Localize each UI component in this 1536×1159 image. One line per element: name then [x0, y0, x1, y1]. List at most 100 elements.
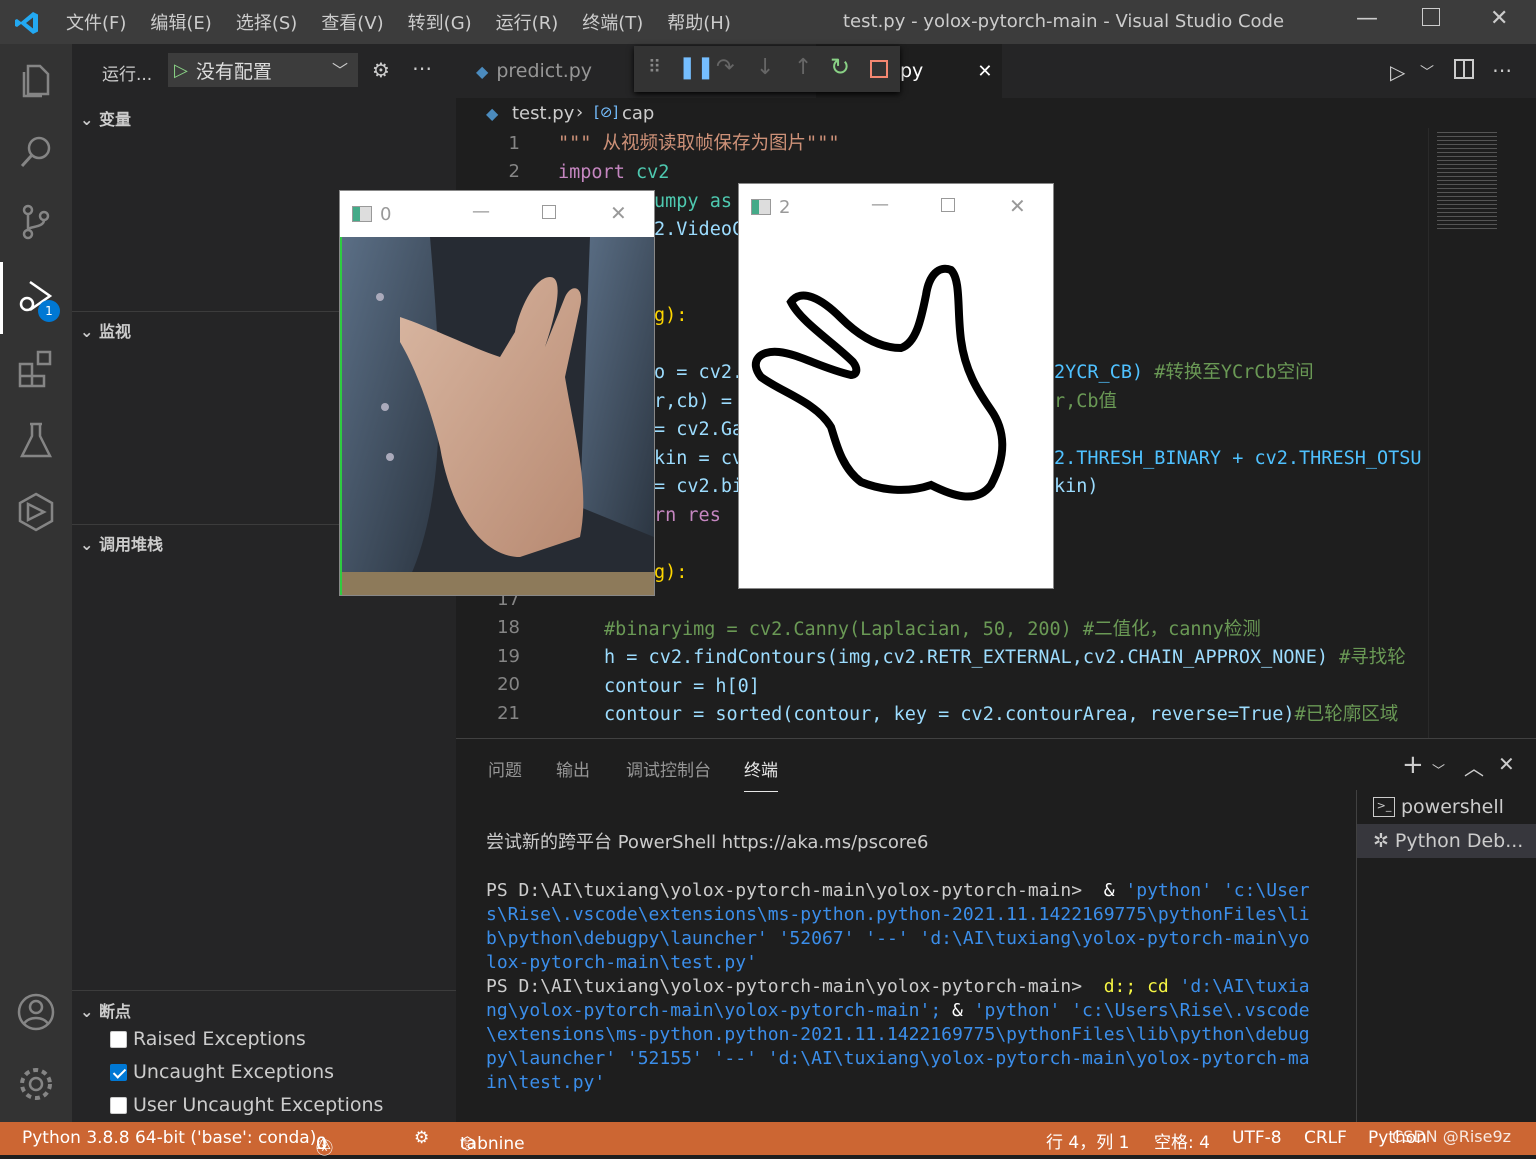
close-tab-icon[interactable]: ✕	[977, 61, 992, 82]
debug-status-icon[interactable]: ⚙	[414, 1128, 429, 1148]
indentation[interactable]: 空格: 4	[1154, 1128, 1210, 1153]
breadcrumb-file[interactable]: test.py	[512, 103, 574, 124]
checkbox-checked[interactable]	[110, 1063, 127, 1081]
python-interpreter[interactable]: Python 3.8.8 64-bit ('base': conda)	[22, 1128, 316, 1148]
explorer-icon[interactable]	[14, 58, 58, 102]
section-callstack[interactable]: ⌄ 调用堆栈	[80, 531, 163, 555]
more-actions-icon[interactable]: ⋯	[1492, 58, 1512, 82]
line-number: 20	[497, 674, 520, 695]
maximize-icon[interactable]	[941, 198, 955, 212]
section-breakpoints[interactable]: ⌄ 断点	[80, 998, 131, 1022]
menu-go[interactable]: 转到(G)	[396, 9, 484, 35]
terminal-name: powershell	[1401, 796, 1504, 818]
watermark: CSDN @Rise9z	[1392, 1127, 1512, 1146]
menu-terminal[interactable]: 终端(T)	[570, 9, 655, 35]
code-line: h = cv2.findContours(img,cv2.RETR_EXTERN…	[604, 644, 1426, 673]
title-bar: 文件(F) 编辑(E) 选择(S) 查看(V) 转到(G) 运行(R) 终端(T…	[0, 0, 1536, 44]
cv-window-2[interactable]: 2 — ✕	[738, 183, 1054, 589]
terminal-line: PS D:\AI\tuxiang\yolox-pytorch-main\yolo…	[486, 975, 1310, 999]
step-out-icon[interactable]: ↑	[794, 55, 812, 80]
close-panel-icon[interactable]: ✕	[1498, 752, 1515, 776]
code-token: h = cv2.findContours(img,cv2.RETR_EXTERN…	[604, 647, 1328, 668]
tab-output[interactable]: 输出	[556, 756, 590, 781]
line-number: 1	[508, 133, 520, 154]
search-icon[interactable]	[14, 130, 58, 174]
maximize-panel-icon[interactable]: ︿	[1464, 752, 1484, 781]
remote-explorer-icon[interactable]	[14, 490, 58, 534]
split-editor-icon[interactable]	[1454, 59, 1474, 79]
close-icon[interactable]: ✕	[1009, 194, 1026, 218]
more-actions-icon[interactable]: ⋯	[412, 56, 432, 80]
minimize-icon[interactable]: —	[871, 194, 889, 215]
checkbox[interactable]	[110, 1096, 127, 1114]
chevron-down-icon[interactable]: ﹀	[1432, 760, 1445, 779]
terminal-name: Python Deb...	[1394, 830, 1524, 852]
menu-edit[interactable]: 编辑(E)	[138, 9, 223, 35]
cv-window-titlebar[interactable]: 0 — ✕	[340, 191, 654, 237]
restart-icon[interactable]: ↻	[830, 53, 850, 81]
status-bar: Python 3.8.8 64-bit ('base': conda) ⓧ 0 …	[0, 1122, 1536, 1159]
terminal-item-powershell[interactable]: >_ powershell	[1373, 796, 1504, 818]
breadcrumb-symbol[interactable]: cap	[622, 103, 654, 124]
chevron-down-icon: ⌄	[80, 110, 99, 129]
code-line: #binaryimg = cv2.Canny(Laplacian, 50, 20…	[604, 619, 1261, 640]
maximize-icon[interactable]	[1422, 8, 1440, 26]
run-file-icon[interactable]: ▷	[1390, 60, 1405, 84]
pause-icon[interactable]: ❚❚	[678, 55, 715, 80]
extensions-icon[interactable]	[14, 346, 58, 390]
breadcrumb: ◆ test.py › [⊘] cap	[456, 98, 1536, 132]
tab-problems[interactable]: 问题	[488, 756, 522, 781]
checkbox[interactable]	[110, 1030, 127, 1048]
code-line: = cv2.Ga	[654, 419, 744, 440]
cv-window-titlebar[interactable]: 2 — ✕	[739, 184, 1053, 230]
section-watch[interactable]: ⌄ 监视	[80, 318, 131, 342]
testing-icon[interactable]	[14, 418, 58, 462]
tab-predict[interactable]: ◆ predict.py	[476, 44, 592, 98]
close-icon[interactable]: ✕	[610, 201, 627, 225]
breakpoint-raised-exceptions[interactable]: Raised Exceptions	[110, 1028, 306, 1050]
menu-view[interactable]: 查看(V)	[309, 9, 395, 35]
section-variables[interactable]: ⌄ 变量	[80, 106, 131, 130]
step-over-icon[interactable]: ↷	[716, 55, 734, 80]
stop-icon[interactable]	[870, 60, 888, 78]
prompt: PS D:\AI\tuxiang\yolox-pytorch-main\yolo…	[486, 880, 1083, 901]
settings-gear-icon[interactable]	[14, 1062, 58, 1106]
cv-window-0[interactable]: 0 — ✕	[339, 190, 655, 596]
tab-terminal[interactable]: 终端	[744, 756, 778, 792]
close-window-icon[interactable]: ✕	[1490, 6, 1508, 31]
menu-selection[interactable]: 选择(S)	[224, 9, 309, 35]
account-icon[interactable]	[14, 990, 58, 1034]
code-line: 2.VideoC	[654, 219, 744, 240]
drag-handle-icon[interactable]: ⠿	[648, 57, 661, 78]
chevron-down-icon[interactable]: ﹀	[1420, 62, 1434, 82]
tab-debug-console[interactable]: 调试控制台	[626, 756, 711, 781]
encoding[interactable]: UTF-8	[1232, 1128, 1282, 1148]
term-token: &	[952, 1000, 963, 1021]
section-callstack-label: 调用堆栈	[98, 535, 163, 554]
warning-count: 0	[316, 1134, 327, 1154]
code-line: r,Cb值	[1054, 391, 1118, 412]
menu-file[interactable]: 文件(F)	[54, 9, 138, 35]
cursor-position[interactable]: 行 4，列 1	[1046, 1128, 1129, 1153]
minimize-icon[interactable]: —	[472, 201, 490, 222]
new-terminal-icon[interactable]: +	[1402, 750, 1424, 780]
line-ending[interactable]: CRLF	[1304, 1128, 1347, 1148]
code-token: #转换至YCrCb空间	[1154, 362, 1314, 383]
start-debug-icon[interactable]: ▷	[174, 60, 188, 81]
launch-config-select[interactable]: ▷ 没有配置 ﹀	[168, 53, 358, 87]
terminal-item-python-debug[interactable]: ✲ Python Deb...	[1357, 824, 1536, 858]
gear-icon[interactable]: ⚙	[372, 58, 390, 82]
config-label: 没有配置	[195, 60, 272, 83]
minimap[interactable]	[1428, 128, 1536, 738]
breakpoint-user-uncaught-exceptions[interactable]: User Uncaught Exceptions	[110, 1094, 383, 1116]
source-control-icon[interactable]	[14, 200, 58, 244]
frame-border	[340, 237, 342, 595]
menu-run[interactable]: 运行(R)	[484, 9, 571, 35]
step-into-icon[interactable]: ↓	[756, 55, 774, 80]
minimize-icon[interactable]: —	[1356, 6, 1378, 31]
maximize-icon[interactable]	[542, 205, 556, 219]
menu-help[interactable]: 帮助(H)	[655, 9, 743, 35]
line-number: 18	[497, 617, 520, 638]
terminal-list: >_ powershell ✲ Python Deb...	[1356, 790, 1536, 1122]
breakpoint-uncaught-exceptions[interactable]: Uncaught Exceptions	[110, 1061, 334, 1083]
